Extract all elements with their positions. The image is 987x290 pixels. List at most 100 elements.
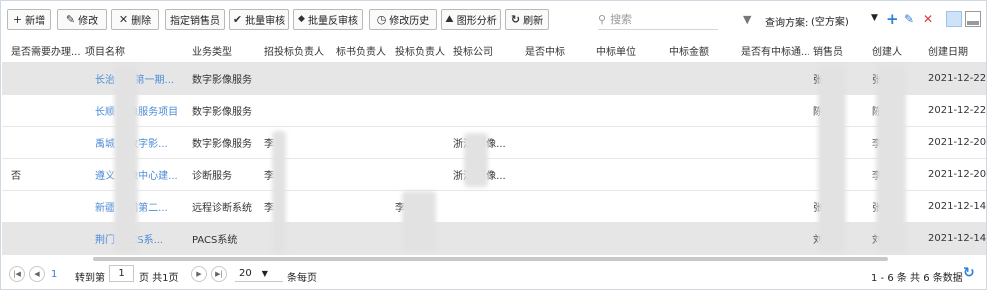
cell-project-name[interactable]: 新疆 兵团第二...: [95, 191, 187, 222]
record-summary: 1 - 6 条 共 6 条数据: [871, 273, 963, 284]
page-size-value: 20: [239, 267, 252, 279]
prev-page-icon[interactable]: ◀: [29, 266, 45, 282]
col-create-date[interactable]: 创建日期: [928, 39, 984, 62]
search-input[interactable]: [610, 13, 707, 26]
cell-project-name[interactable]: 长顺 修像服务项目: [95, 95, 187, 126]
redaction-blur: [272, 131, 286, 253]
add-scheme-icon[interactable]: +: [886, 10, 899, 28]
chart-icon: ⛰: [445, 13, 454, 25]
cell-create-date: 2021-12-22: [928, 73, 986, 84]
delete-button[interactable]: ✕ 删除: [111, 9, 159, 30]
cell-need-handle: 否: [11, 171, 21, 182]
grid-view-icon[interactable]: [946, 11, 962, 27]
split-view-icon[interactable]: [965, 11, 981, 27]
page-number-input[interactable]: 1: [109, 265, 134, 282]
add-button-label: 新增: [25, 16, 46, 27]
chevron-down-icon[interactable]: ▼: [871, 13, 878, 23]
cell-project-name[interactable]: 荆门 PACS系...: [95, 223, 187, 254]
horizontal-scrollbar[interactable]: [93, 257, 888, 261]
cell-tender-manager: [395, 159, 435, 190]
cell-bid-company: [453, 63, 525, 94]
cell-tender-manager: [395, 95, 435, 126]
col-won[interactable]: 是否中标: [525, 39, 585, 62]
delete-button-label: 删除: [131, 16, 152, 27]
col-salesperson[interactable]: 销售员: [813, 39, 861, 62]
col-bid-manager[interactable]: 招投标负责人: [264, 39, 336, 62]
query-scheme-value: (空方案): [811, 16, 849, 28]
edit-button-label: 修改: [78, 16, 99, 27]
query-scheme-label: 查询方案:: [765, 18, 809, 29]
col-win-amount[interactable]: 中标金额: [669, 39, 729, 62]
col-doc-manager[interactable]: 标书负责人: [336, 39, 396, 62]
delete-scheme-icon[interactable]: ✕: [923, 10, 933, 28]
col-business-type[interactable]: 业务类型: [192, 39, 260, 62]
batch-approve-button[interactable]: ✔ 批量审核: [229, 9, 289, 30]
batch-unapprove-button[interactable]: ◆ 批量反审核: [293, 9, 363, 30]
cell-business-type: 数字影像服务: [192, 139, 252, 150]
refresh-icon[interactable]: ↻: [963, 265, 975, 281]
col-need-handle[interactable]: 是否需要办理...: [11, 39, 81, 62]
refresh-button[interactable]: ↻ 刷新: [505, 9, 549, 30]
refresh-icon: ↻: [510, 13, 521, 26]
redaction-blur: [114, 65, 138, 253]
chevron-down-icon: ▼: [261, 268, 268, 278]
cell-bid-manager: [264, 95, 304, 126]
last-page-icon[interactable]: ▶|: [211, 266, 227, 282]
total-pages-label: 页 共1页: [139, 273, 179, 284]
search-icon: ⚲: [598, 13, 607, 26]
cell-business-type: 数字影像服务: [192, 107, 252, 118]
edit-button[interactable]: ✎ 修改: [57, 9, 107, 30]
redaction-blur: [818, 65, 846, 253]
current-page-number[interactable]: 1: [51, 269, 57, 280]
pencil-icon: ✎: [65, 13, 76, 26]
next-page-icon[interactable]: ▶: [191, 266, 207, 282]
cell-business-type: 数字影像服务: [192, 75, 252, 86]
first-page-icon[interactable]: |◀: [9, 266, 25, 282]
batch-unapprove-label: 批量反审核: [307, 16, 358, 27]
cell-need-handle: [11, 191, 81, 222]
col-bid-company[interactable]: 投标公司: [453, 39, 513, 62]
cell-create-date: 2021-12-22: [928, 105, 986, 116]
assign-salesperson-label: 指定销售员: [170, 16, 220, 27]
cell-create-date: 2021-12-20: [928, 137, 986, 148]
col-creator[interactable]: 创建人: [872, 39, 920, 62]
add-button[interactable]: + 新增: [7, 9, 51, 30]
col-tender-manager[interactable]: 投标负责人: [395, 39, 455, 62]
cell-need-handle: [11, 127, 81, 158]
project-list-window: + 新增 ✎ 修改 ✕ 删除 指定销售员 ✔ 批量审核 ◆ 批量反审核 ◷ 修改…: [0, 0, 987, 290]
cell-tender-manager: [395, 127, 435, 158]
col-win-unit[interactable]: 中标单位: [596, 39, 656, 62]
batch-approve-label: 批量审核: [245, 16, 286, 27]
cell-create-date: 2021-12-20: [928, 169, 986, 180]
table-header: 是否需要办理... 项目名称 业务类型 招投标负责人 标书负责人 投标负责人 投…: [2, 39, 986, 63]
back-arrow-icon: ◆: [298, 14, 305, 24]
cell-business-type: 远程诊断系统: [192, 203, 252, 214]
redaction-blur: [876, 65, 906, 253]
cell-create-date: 2021-12-14: [928, 233, 986, 244]
plus-icon: +: [12, 13, 23, 26]
cell-bid-company: [453, 223, 525, 254]
page-size-select[interactable]: 20 ▼: [235, 265, 283, 282]
cell-create-date: 2021-12-14: [928, 201, 986, 212]
col-win-notice[interactable]: 是否有中标通...: [741, 39, 809, 62]
filter-icon[interactable]: ▼: [743, 13, 751, 26]
edit-scheme-icon[interactable]: ✎: [904, 10, 914, 28]
edit-history-button[interactable]: ◷ 修改历史: [369, 9, 437, 30]
close-icon: ✕: [118, 13, 129, 26]
cell-business-type: PACS系统: [192, 235, 238, 246]
checkmark-icon: ✔: [232, 13, 243, 26]
search-box[interactable]: ⚲: [598, 10, 718, 30]
cell-project-name[interactable]: 长治 . 疗第一期...: [95, 63, 187, 94]
refresh-button-label: 刷新: [523, 16, 544, 27]
chart-analysis-button[interactable]: ⛰ 图形分析: [441, 9, 501, 30]
goto-label: 转到第: [75, 273, 105, 284]
cell-project-name[interactable]: 禹城 院数字影...: [95, 127, 187, 158]
cell-project-name[interactable]: 遵义 修像中心建...: [95, 159, 187, 190]
chart-analysis-label: 图形分析: [456, 16, 497, 27]
assign-salesperson-button[interactable]: 指定销售员: [165, 9, 225, 30]
query-scheme-select[interactable]: (空方案): [811, 10, 861, 30]
col-project-name[interactable]: 项目名称: [85, 39, 175, 62]
cell-bid-manager: [264, 63, 304, 94]
per-page-label: 条每页: [287, 273, 317, 284]
cell-business-type: 诊断服务: [192, 171, 232, 182]
